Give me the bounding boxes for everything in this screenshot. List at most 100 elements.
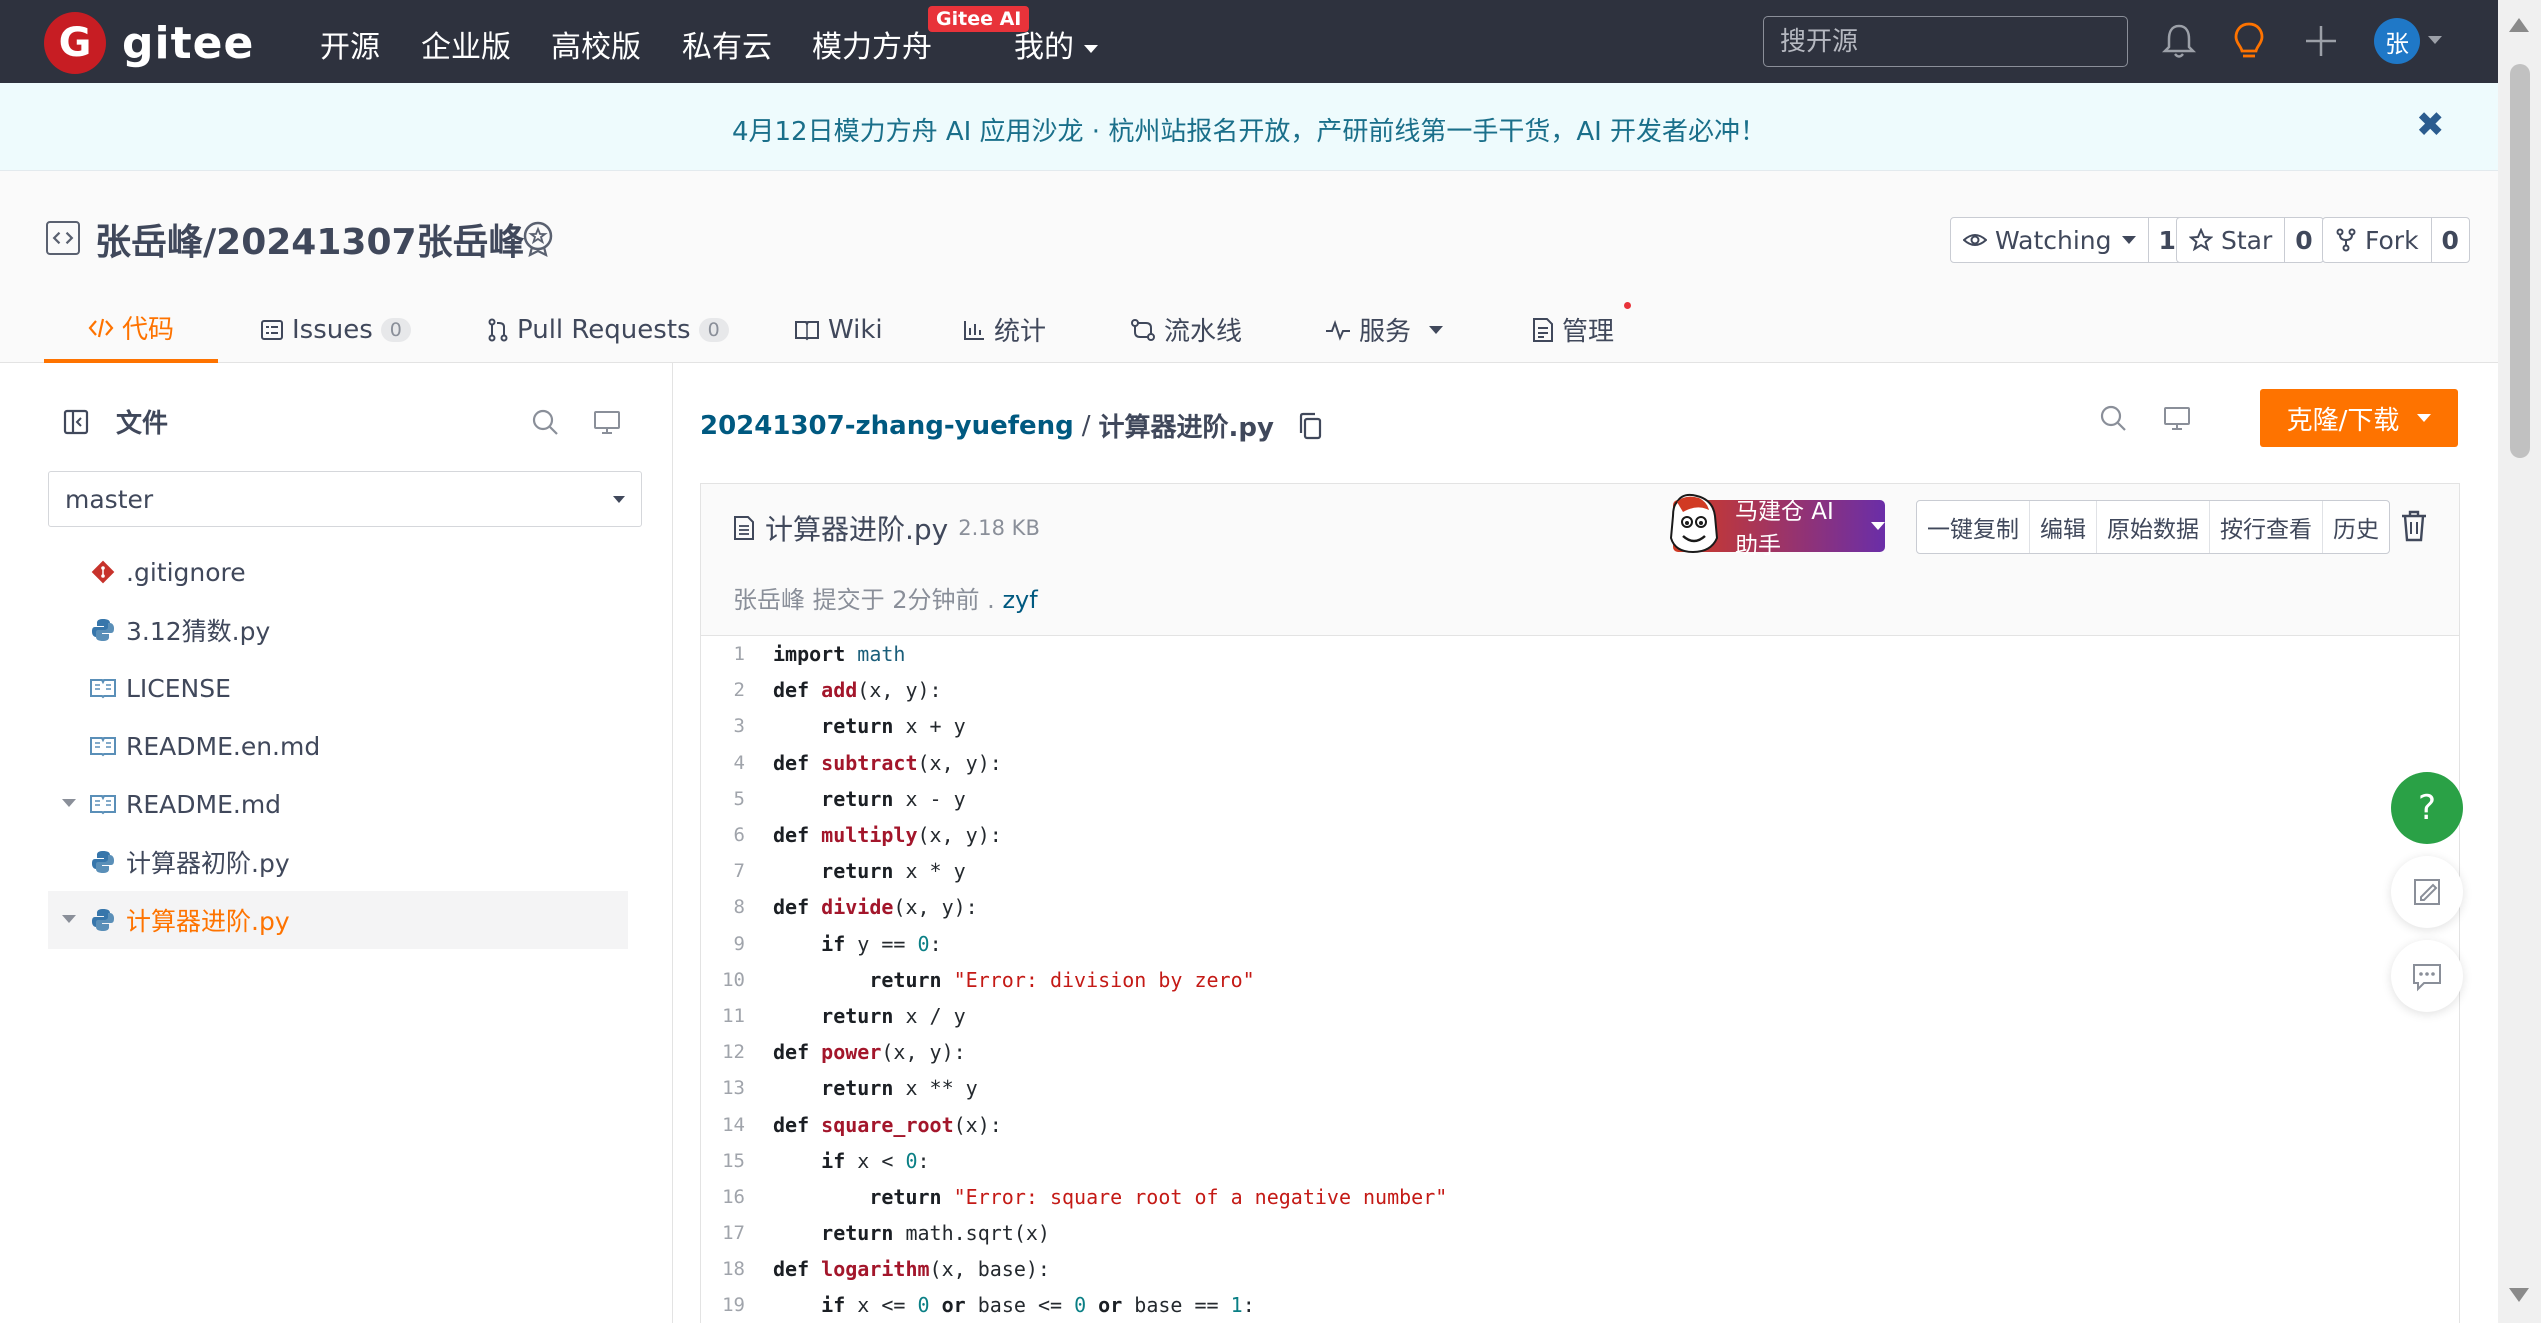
recommend-badge-icon[interactable] bbox=[518, 218, 558, 258]
help-button[interactable]: ? bbox=[2391, 772, 2463, 844]
line-number[interactable]: 17 bbox=[701, 1222, 773, 1244]
nav-item-private-cloud[interactable]: 私有云 bbox=[682, 22, 772, 66]
fork-count[interactable]: 0 bbox=[2432, 218, 2469, 262]
monitor-icon[interactable] bbox=[592, 407, 622, 437]
line-number[interactable]: 16 bbox=[701, 1186, 773, 1208]
scrollbar-thumb[interactable] bbox=[2510, 64, 2530, 458]
tab-pull-requests[interactable]: Pull Requests 0 bbox=[487, 296, 729, 363]
avatar[interactable]: 张 bbox=[2374, 18, 2420, 64]
line-number[interactable]: 14 bbox=[701, 1114, 773, 1136]
line-number[interactable]: 11 bbox=[701, 1005, 773, 1027]
ai-assistant-button[interactable]: 马建仓 AI 助手 bbox=[1669, 493, 1885, 559]
file-item[interactable]: .gitignore bbox=[48, 543, 628, 601]
feedback-button[interactable] bbox=[2391, 856, 2463, 928]
line-number[interactable]: 5 bbox=[701, 788, 773, 810]
nav-item-enterprise[interactable]: 企业版 bbox=[421, 22, 511, 66]
file-item[interactable]: README.en.md bbox=[48, 717, 628, 775]
search-input[interactable] bbox=[1763, 16, 2128, 67]
monitor-icon[interactable] bbox=[2162, 403, 2192, 433]
trash-icon[interactable] bbox=[2398, 508, 2430, 544]
history-button[interactable]: 历史 bbox=[2323, 501, 2389, 553]
code-text: def power(x, y): bbox=[773, 1040, 966, 1065]
code-text: return x + y bbox=[821, 714, 966, 739]
tab-wiki[interactable]: Wiki bbox=[794, 296, 883, 363]
line-number[interactable]: 18 bbox=[701, 1258, 773, 1280]
line-number[interactable]: 2 bbox=[701, 679, 773, 701]
file-item[interactable]: README.md bbox=[48, 775, 628, 833]
file-item[interactable]: 3.12猜数.py bbox=[48, 601, 628, 659]
blame-button[interactable]: 按行查看 bbox=[2210, 501, 2323, 553]
lightbulb-icon[interactable] bbox=[2228, 20, 2270, 62]
tab-manage[interactable]: 管理 bbox=[1532, 296, 1631, 363]
edit-button[interactable]: 编辑 bbox=[2030, 501, 2097, 553]
file-content-box: 计算器进阶.py 2.18 KB 马建仓 AI 助手 一键复制 编辑 原始数据 … bbox=[700, 483, 2460, 1323]
file-item-active[interactable]: 计算器进阶.py bbox=[48, 891, 628, 949]
file-name: 3.12猜数.py bbox=[126, 617, 271, 646]
star-count[interactable]: 0 bbox=[2285, 218, 2322, 262]
copy-icon[interactable] bbox=[1296, 411, 1324, 441]
tab-issues[interactable]: Issues 0 bbox=[260, 296, 411, 363]
line-number[interactable]: 6 bbox=[701, 824, 773, 846]
file-item[interactable]: LICENSE bbox=[48, 659, 628, 717]
raw-button[interactable]: 原始数据 bbox=[2097, 501, 2210, 553]
search-icon[interactable] bbox=[2098, 403, 2128, 433]
gitee-logo[interactable]: G gitee bbox=[44, 12, 254, 74]
tab-stats[interactable]: 统计 bbox=[962, 296, 1046, 363]
nav-item-moli[interactable]: 模力方舟 bbox=[812, 22, 932, 66]
scroll-down-arrow-icon[interactable] bbox=[2509, 1288, 2529, 1302]
code-icon bbox=[88, 318, 114, 337]
python-icon bbox=[88, 905, 118, 935]
branch-select[interactable]: master bbox=[48, 471, 642, 527]
breadcrumb-repo-link[interactable]: 20241307-zhang-yuefeng bbox=[700, 411, 1074, 441]
line-number[interactable]: 4 bbox=[701, 752, 773, 774]
sidebar-toggle-icon[interactable] bbox=[62, 408, 90, 436]
expand-arrow-icon[interactable] bbox=[62, 799, 76, 807]
expand-arrow-icon[interactable] bbox=[62, 915, 76, 923]
watch-button[interactable]: Watching 1 bbox=[1950, 217, 2187, 263]
star-button[interactable]: Star 0 bbox=[2176, 217, 2324, 263]
file-item[interactable]: 计算器初阶.py bbox=[48, 833, 628, 891]
line-number[interactable]: 8 bbox=[701, 896, 773, 918]
commit-info: 张岳峰 提交于 2分钟前 . zyf bbox=[733, 580, 1038, 615]
page-scrollbar[interactable] bbox=[2498, 0, 2541, 1323]
nav-item-mine[interactable]: 我的 bbox=[1014, 22, 1098, 66]
fork-button[interactable]: Fork 0 bbox=[2322, 217, 2470, 263]
repo-title[interactable]: 张岳峰/20241307张岳峰 bbox=[95, 213, 525, 265]
line-number[interactable]: 10 bbox=[701, 969, 773, 991]
copy-all-button[interactable]: 一键复制 bbox=[1917, 501, 2030, 553]
nav-item-open-source[interactable]: 开源 bbox=[320, 22, 380, 66]
avatar-chevron-down-icon[interactable] bbox=[2428, 36, 2442, 44]
line-number[interactable]: 12 bbox=[701, 1041, 773, 1063]
close-icon[interactable]: ✖ bbox=[2416, 105, 2445, 145]
tab-pipeline[interactable]: 流水线 bbox=[1130, 296, 1242, 363]
plus-icon[interactable] bbox=[2300, 20, 2342, 62]
tab-code-label: 代码 bbox=[121, 315, 174, 345]
chat-icon bbox=[2413, 964, 2441, 992]
search-icon[interactable] bbox=[530, 407, 560, 437]
document-icon bbox=[1533, 317, 1553, 342]
line-number[interactable]: 3 bbox=[701, 715, 773, 737]
clone-download-button[interactable]: 克隆/下载 bbox=[2260, 389, 2458, 447]
code-text: if y == 0: bbox=[821, 931, 942, 956]
line-number[interactable]: 15 bbox=[701, 1150, 773, 1172]
scroll-up-arrow-icon[interactable] bbox=[2509, 18, 2529, 32]
commit-author-link[interactable]: zyf bbox=[1002, 586, 1037, 614]
tab-issues-label: Issues bbox=[292, 314, 373, 345]
line-number[interactable]: 7 bbox=[701, 860, 773, 882]
bell-icon[interactable] bbox=[2158, 20, 2200, 62]
line-number[interactable]: 19 bbox=[701, 1294, 773, 1316]
tab-code[interactable]: 代码 bbox=[44, 296, 218, 363]
line-number[interactable]: 1 bbox=[701, 643, 773, 665]
line-number[interactable]: 9 bbox=[701, 933, 773, 955]
breadcrumb-file: 计算器进阶.py bbox=[1098, 413, 1274, 443]
code-line: 18 def logarithm(x, base): bbox=[701, 1251, 2459, 1287]
banner-text[interactable]: 4月12日模力方舟 AI 应用沙龙 · 杭州站报名开放，产研前线第一手干货，AI… bbox=[0, 111, 2498, 148]
code-line: 13 return x ** y bbox=[701, 1070, 2459, 1106]
ai-assistant-label: 马建仓 AI 助手 bbox=[1735, 499, 1834, 559]
chat-button[interactable] bbox=[2391, 940, 2463, 1012]
tab-services[interactable]: 服务 bbox=[1325, 296, 1444, 363]
code-text: import math bbox=[773, 642, 906, 667]
nav-item-education[interactable]: 高校版 bbox=[551, 22, 641, 66]
code-text: def multiply(x, y): bbox=[773, 823, 1002, 848]
line-number[interactable]: 13 bbox=[701, 1077, 773, 1099]
